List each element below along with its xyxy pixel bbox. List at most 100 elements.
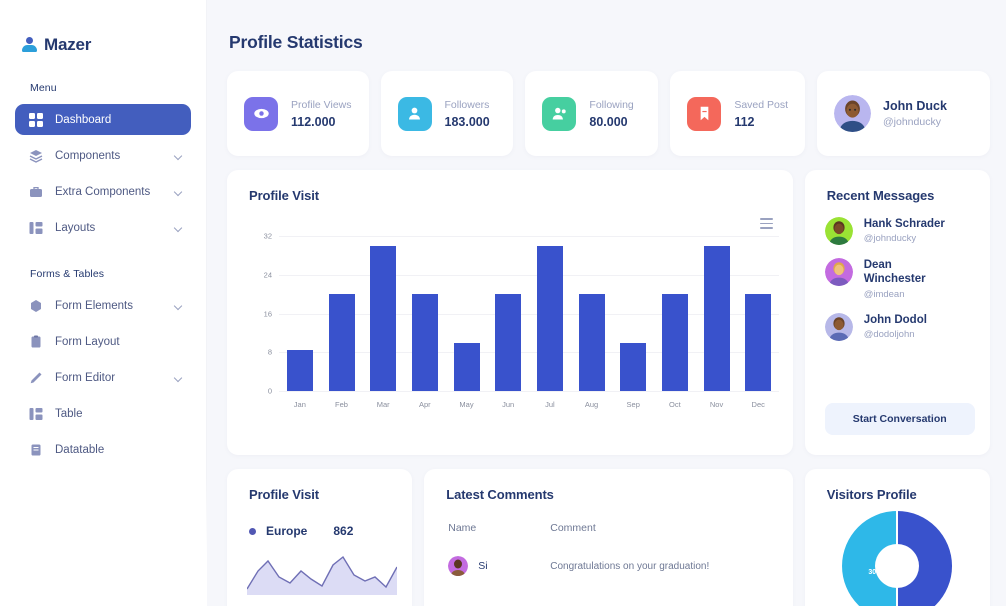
bar[interactable]	[745, 294, 772, 391]
stat-card-saved-post[interactable]: Saved Post 112	[670, 71, 806, 156]
chevron-down-icon	[173, 301, 183, 310]
start-conversation-button[interactable]: Start Conversation	[824, 403, 975, 435]
bar-slot: Mar	[362, 236, 404, 409]
user-icon	[397, 96, 432, 131]
list-item[interactable]: John Dodol @dodoljohn	[824, 312, 990, 341]
sidebar-item-form-elements[interactable]: Form Elements	[15, 290, 191, 321]
bar[interactable]	[661, 294, 688, 391]
bar-slot: Nov	[696, 236, 738, 409]
chevron-down-icon	[173, 151, 183, 160]
x-axis-tick-label: Oct	[669, 400, 681, 409]
sidebar-item-datatable[interactable]: Datatable	[15, 434, 191, 465]
file-icon	[27, 333, 44, 350]
latest-comments-card: Latest Comments Name Comment Si Congratu…	[424, 469, 793, 606]
grid-icon	[27, 111, 44, 128]
table-icon	[27, 405, 44, 422]
sidebar-item-form-editor[interactable]: Form Editor	[15, 362, 191, 393]
chevron-down-icon	[173, 373, 183, 382]
chevron-down-icon	[173, 187, 183, 196]
region-name: Europe	[266, 524, 308, 538]
middle-row: Profile Visit 0 8 16 24 32 Jan Feb Mar Apr May Jun…	[207, 156, 1006, 455]
x-axis-tick-label: Nov	[709, 400, 724, 409]
sidebar-item-components[interactable]: Components	[15, 140, 191, 171]
x-axis-tick-label: Feb	[335, 400, 348, 409]
bar[interactable]	[411, 294, 438, 391]
bar-slot: Jul	[529, 236, 571, 409]
brand-logo[interactable]: Mazer	[0, 0, 206, 62]
sidebar-item-label: Datatable	[55, 443, 105, 456]
briefcase-icon	[27, 183, 44, 200]
sidebar-item-label: Extra Components	[55, 185, 151, 198]
legend-dot-icon	[249, 527, 256, 535]
stat-value: 183.000	[444, 114, 490, 129]
x-axis-tick-label: Apr	[419, 400, 431, 409]
sidebar-item-form-layout[interactable]: Form Layout	[15, 326, 191, 357]
bar[interactable]	[620, 342, 647, 391]
profile-visit-region-card: Profile Visit Europe 862	[227, 469, 413, 606]
bar-slot: Sep	[612, 236, 654, 409]
visitors-profile-card: Visitors Profile 30.0%	[804, 469, 990, 606]
table-row[interactable]: Si Congratulations on your graduation!	[424, 534, 793, 576]
bar-slot: May	[446, 236, 488, 409]
sidebar-item-label: Form Editor	[55, 371, 116, 384]
x-axis-tick-label: Jun	[502, 400, 515, 409]
bar[interactable]	[328, 294, 355, 391]
sidebar-item-dashboard[interactable]: Dashboard	[15, 104, 191, 135]
avatar	[824, 258, 853, 286]
list-item[interactable]: Hank Schrader @johnducky	[824, 217, 990, 245]
bar-slot: Aug	[571, 236, 613, 409]
table-header-row: Name Comment	[424, 502, 793, 534]
profile-name: John Duck	[883, 99, 947, 113]
bar[interactable]	[453, 342, 480, 391]
donut-chart: 30.0%	[838, 507, 956, 606]
comment-text: Congratulations on your graduation!	[550, 560, 710, 572]
message-handle: @dodoljohn	[863, 329, 915, 341]
bar[interactable]	[286, 349, 313, 391]
bar-chart-plot: 0 8 16 24 32 Jan Feb Mar Apr May Jun Jul Aug Sep Oct No…	[264, 232, 779, 409]
document-icon	[27, 441, 44, 458]
grid-line: 0	[268, 387, 779, 396]
list-item[interactable]: Dean Winchester @imdean	[824, 258, 990, 300]
sidebar-item-layouts[interactable]: Layouts	[15, 212, 191, 243]
hamburger-menu-icon[interactable]	[759, 218, 773, 229]
card-title: Recent Messages	[826, 188, 935, 203]
stat-card-followers[interactable]: Followers 183.000	[380, 71, 514, 156]
eye-icon	[244, 96, 278, 131]
bar[interactable]	[495, 294, 522, 391]
stat-label: Profile Views	[291, 98, 352, 111]
sidebar-item-extra-components[interactable]: Extra Components	[15, 176, 191, 207]
message-name: John Dodol	[863, 313, 927, 326]
bookmark-icon	[687, 96, 722, 131]
sidebar-item-label: Components	[55, 149, 121, 162]
sidebar: Mazer Menu Dashboard Components Extra Co…	[0, 0, 207, 606]
bar[interactable]	[578, 294, 605, 391]
bar-slot: Jun	[487, 236, 529, 409]
sparkline-chart	[247, 555, 397, 595]
stat-value: 80.000	[589, 114, 628, 129]
bar-slot: Oct	[654, 236, 696, 409]
profile-card[interactable]: John Duck @johnducky	[817, 71, 991, 156]
stat-card-following[interactable]: Following 80.000	[525, 71, 659, 156]
donut-data-label: 30.0%	[868, 569, 889, 576]
avatar	[834, 95, 872, 132]
sidebar-item-table[interactable]: Table	[15, 398, 191, 429]
layers-icon	[27, 147, 44, 164]
avatar	[448, 556, 469, 576]
bar[interactable]	[536, 245, 563, 391]
stat-card-profile-views[interactable]: Profile Views 112.000	[227, 71, 369, 156]
bar-slot: Feb	[321, 236, 363, 409]
bar[interactable]	[370, 245, 397, 391]
x-axis-tick-label: Dec	[751, 400, 765, 409]
bar[interactable]	[703, 245, 730, 391]
message-handle: @johnducky	[863, 233, 917, 245]
sidebar-section-menu-heading: Menu	[30, 82, 57, 94]
bar-slot: Apr	[404, 236, 446, 409]
region-value: 862	[333, 524, 354, 538]
hexagon-icon	[27, 297, 44, 314]
stats-row: Profile Views 112.000 Followers 183.000	[207, 53, 1006, 156]
stat-value: 112	[734, 114, 755, 129]
brand-name: Mazer	[44, 35, 92, 54]
avatar	[824, 217, 853, 245]
sidebar-section-forms-heading: Forms & Tables	[30, 268, 105, 280]
x-axis-tick-label: Aug	[584, 400, 599, 409]
